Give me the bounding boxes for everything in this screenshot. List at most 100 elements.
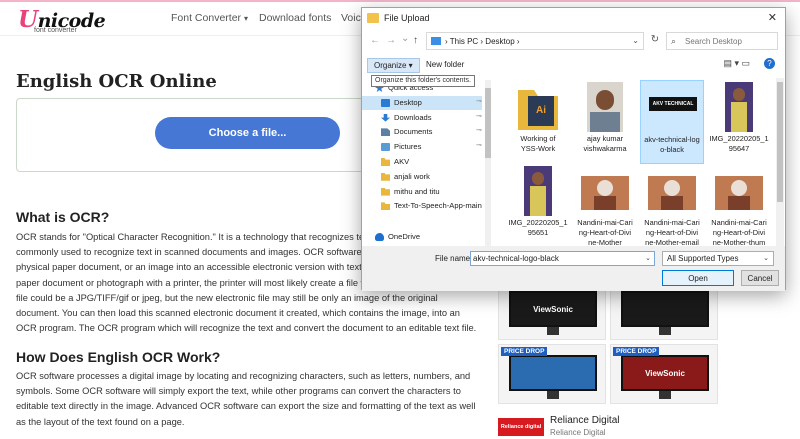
file-thumbnail bbox=[581, 166, 629, 216]
file-name-combobox[interactable]: ⌄ bbox=[470, 251, 655, 266]
sidebar-item-label: Text-To-Speech-App-main bbox=[394, 201, 482, 211]
ad-advertiser-name[interactable]: Reliance Digital bbox=[550, 415, 619, 426]
download-icon bbox=[381, 113, 390, 122]
price-drop-badge: PRICE DROP bbox=[613, 347, 660, 356]
sidebar-item[interactable]: mithu and titu bbox=[362, 185, 482, 199]
file-item[interactable]: ajay kumar vishwakarma bbox=[573, 80, 637, 164]
view-options[interactable]: ▤ ▾ ▭? bbox=[723, 58, 775, 69]
up-arrow-icon[interactable]: ↑ bbox=[413, 35, 418, 46]
chevron-down-icon: ⌄ bbox=[763, 255, 769, 262]
chevron-down-icon[interactable]: ⌄ bbox=[645, 254, 651, 262]
site-logo[interactable]: Unicode font converter bbox=[18, 6, 106, 36]
monitor-image bbox=[621, 291, 709, 327]
file-item[interactable]: IMG_20220205_1 95651 bbox=[506, 164, 570, 246]
section-heading-how-ocr-works: How Does English OCR Work? bbox=[16, 349, 221, 365]
file-thumbnail bbox=[514, 166, 562, 216]
new-folder-button[interactable]: New folder bbox=[426, 60, 464, 69]
ad-product-card[interactable]: ViewSonic PRICE DROP bbox=[610, 344, 718, 404]
ad-advertiser-subtitle: Reliance Digital bbox=[550, 428, 606, 437]
nav-font-converter[interactable]: Font Converter ▾ bbox=[171, 12, 248, 24]
price-drop-badge: PRICE DROP bbox=[501, 347, 548, 356]
file-item[interactable]: IMG_20220205_1 95647 bbox=[707, 80, 771, 164]
chevron-down-icon[interactable]: ⌄ bbox=[632, 36, 639, 45]
file-name: IMG_20220205_1 95651 bbox=[508, 218, 568, 237]
file-upload-dialog: File Upload ✕ ← → ⌄ ↑ › This PC › Deskto… bbox=[361, 7, 786, 291]
folder-icon bbox=[381, 172, 390, 181]
pin-icon: ⊸ bbox=[476, 127, 482, 135]
file-list-scrollbar[interactable] bbox=[776, 78, 784, 246]
choose-file-button[interactable]: Choose a file... bbox=[155, 117, 340, 149]
folder-icon bbox=[381, 158, 390, 166]
help-icon[interactable]: ? bbox=[764, 58, 775, 69]
pin-icon: ⊸ bbox=[476, 112, 482, 120]
search-box[interactable]: ⌕ bbox=[666, 32, 778, 50]
nav-download-fonts[interactable]: Download fonts bbox=[259, 12, 331, 24]
refresh-icon[interactable]: ↻ bbox=[648, 34, 662, 48]
sidebar-item-label: mithu and titu bbox=[394, 186, 440, 196]
sidebar-item[interactable]: anjali work bbox=[362, 170, 482, 184]
file-thumbnail bbox=[648, 166, 696, 216]
file-item[interactable]: Nandini-mai-Cari ng-Heart-of-Divi ne-Mothe… bbox=[707, 164, 771, 246]
close-icon[interactable]: ✕ bbox=[768, 11, 777, 24]
file-name-input[interactable] bbox=[473, 253, 641, 264]
file-item[interactable]: Ai Working of YSS-Work bbox=[506, 80, 570, 164]
file-name: akv-technical-log o-black bbox=[644, 135, 700, 154]
file-item[interactable]: Nandini-mai-Cari ng-Heart-of-Divi ne-Mothe… bbox=[640, 164, 704, 246]
sidebar-item[interactable]: Downloads ⊸ bbox=[362, 111, 482, 125]
file-item[interactable]: AKV TECHNICAL akv-technical-log o-black bbox=[640, 80, 704, 164]
dialog-title: File Upload bbox=[384, 13, 430, 23]
file-name: Nandini-mai-Cari ng-Heart-of-Divi ne-Mothe… bbox=[577, 218, 633, 246]
file-thumbnail bbox=[715, 166, 763, 216]
file-type-select[interactable]: All Supported Types ⌄ bbox=[662, 251, 774, 266]
dialog-titlebar[interactable]: File Upload ✕ bbox=[362, 8, 785, 28]
sidebar-item-label: Downloads bbox=[394, 112, 432, 122]
back-arrow-icon[interactable]: ← bbox=[370, 35, 380, 46]
this-pc-icon bbox=[431, 37, 441, 45]
page-title: English OCR Online bbox=[16, 71, 217, 92]
sidebar-item[interactable]: Documents ⊸ bbox=[362, 125, 482, 139]
file-name: ajay kumar vishwakarma bbox=[583, 134, 627, 153]
breadcrumb[interactable]: › This PC › Desktop › bbox=[445, 37, 520, 46]
navigation-pane: Quick access Desktop ⊸ Downloads ⊸ Documents ⊸… bbox=[362, 78, 488, 246]
sidebar-item-label: Pictures bbox=[394, 142, 422, 152]
file-type-value: All Supported Types bbox=[667, 254, 739, 263]
recent-locations-icon[interactable]: ⌄ bbox=[401, 33, 409, 44]
sidebar-item-label: Documents bbox=[394, 127, 433, 137]
advertisement[interactable]: ViewSonic PRICE DROP ViewSonic PRICE DRO… bbox=[498, 280, 718, 439]
cancel-button[interactable]: Cancel bbox=[741, 270, 779, 286]
organize-tooltip: Organize this folder's contents. bbox=[371, 75, 475, 87]
sidebar-item-label: AKV bbox=[394, 157, 410, 166]
sidebar-item[interactable]: OneDrive bbox=[362, 230, 482, 244]
search-input[interactable] bbox=[685, 35, 775, 47]
address-bar[interactable]: › This PC › Desktop › ⌄ bbox=[426, 32, 644, 50]
organize-button[interactable]: Organize ▾ bbox=[367, 58, 420, 73]
navigation-pane-scrollbar[interactable] bbox=[485, 80, 491, 246]
desktop-icon bbox=[381, 98, 390, 107]
ad-product-card[interactable]: PRICE DROP bbox=[498, 344, 606, 404]
open-button[interactable]: Open bbox=[662, 270, 734, 286]
file-name: Nandini-mai-Cari ng-Heart-of-Divi ne-Mothe… bbox=[644, 218, 700, 246]
monitor-image: ViewSonic bbox=[509, 291, 597, 327]
chevron-down-icon: ▾ bbox=[244, 14, 249, 23]
folder-icon bbox=[381, 202, 390, 211]
view-options-icon: ▤ ▾ ▭ bbox=[723, 58, 750, 68]
document-icon bbox=[381, 128, 390, 137]
file-thumbnail bbox=[581, 82, 629, 132]
section-text-how-ocr-works: OCR software processes a digital image b… bbox=[16, 371, 476, 427]
sidebar-item[interactable]: Pictures ⊸ bbox=[362, 140, 482, 154]
forward-arrow-icon[interactable]: → bbox=[386, 35, 396, 46]
file-list: Ai Working of YSS-Work ajay kumar vishwakarm… bbox=[493, 78, 775, 246]
sidebar-item[interactable]: AKV bbox=[362, 155, 482, 169]
file-item[interactable]: Nandini-mai-Cari ng-Heart-of-Divi ne-Mothe… bbox=[573, 164, 637, 246]
pin-icon: ⊸ bbox=[476, 97, 482, 105]
file-name: IMG_20220205_1 95647 bbox=[709, 134, 769, 153]
sidebar-item[interactable]: Text-To-Speech-App-main bbox=[362, 199, 482, 213]
reliance-digital-logo: Reliance digital bbox=[498, 418, 544, 436]
logo-subtitle: font converter bbox=[34, 27, 77, 34]
dialog-footer: File name: ⌄ All Supported Types ⌄ Open … bbox=[362, 246, 785, 291]
folder-icon bbox=[381, 187, 390, 196]
sidebar-item[interactable]: Desktop ⊸ bbox=[362, 95, 482, 110]
file-name: Nandini-mai-Cari ng-Heart-of-Divi ne-Mothe… bbox=[711, 218, 767, 246]
monitor-image bbox=[509, 355, 597, 391]
file-thumbnail: AKV TECHNICAL bbox=[649, 83, 697, 133]
